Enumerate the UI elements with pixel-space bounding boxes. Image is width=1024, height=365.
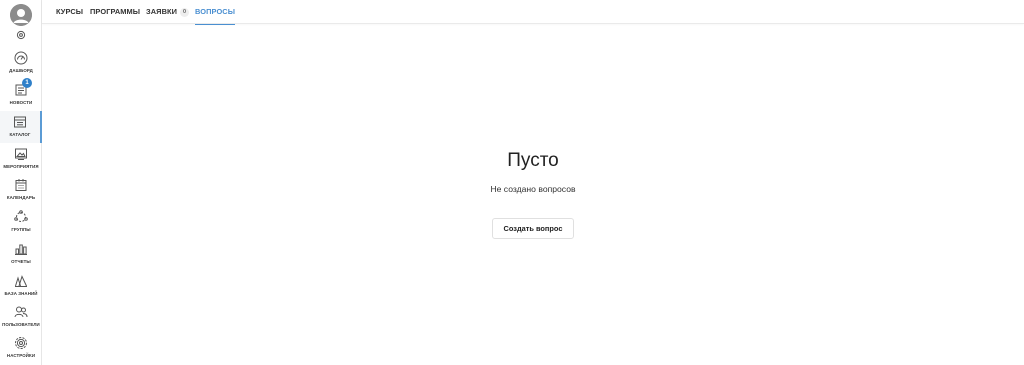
empty-state-subtitle: Не создано вопросов — [490, 184, 576, 194]
profile-settings-icon[interactable] — [16, 30, 26, 40]
tab-bar: КУРСЫ ПРОГРАММЫ ЗАЯВКИ 0 ВОПРОСЫ — [42, 0, 1024, 25]
reports-icon — [15, 244, 27, 255]
sidebar-item-catalog[interactable]: КАТАЛОГ — [0, 111, 42, 143]
sidebar-item-label: КАЛЕНДАРЬ — [6, 195, 36, 200]
sidebar-item-label: ДАШБОРД — [9, 68, 33, 73]
tab-label: ВОПРОСЫ — [195, 7, 236, 16]
sidebar-item-news[interactable]: 1 НОВОСТИ — [0, 78, 42, 113]
events-icon — [15, 148, 27, 160]
create-question-button[interactable]: Создать вопрос — [492, 218, 574, 239]
requests-count-badge: 0 — [180, 8, 190, 17]
users-icon — [14, 306, 28, 318]
avatar[interactable] — [10, 4, 32, 26]
catalog-icon — [14, 116, 26, 128]
sidebar-item-knowledge-base[interactable]: БАЗА ЗНАНИЙ — [0, 274, 42, 304]
sidebar-item-users[interactable]: ПОЛЬЗОВАТЕЛИ — [0, 305, 42, 335]
tab-courses[interactable]: КУРСЫ — [56, 0, 83, 24]
app: ДАШБОРД 1 НОВОСТИ КАТАЛОГ МЕРОПРИЯТИЯ КА… — [0, 0, 1024, 365]
tab-label: ЗАЯВКИ — [146, 7, 178, 16]
sidebar-item-dashboard[interactable]: ДАШБОРД — [0, 51, 42, 81]
sidebar-item-label: НАСТРОЙКИ — [6, 353, 36, 358]
sidebar-item-settings[interactable]: НАСТРОЙКИ — [0, 336, 42, 365]
sidebar-item-calendar[interactable]: КАЛЕНДАРЬ — [0, 178, 42, 208]
knowledge-base-icon — [15, 275, 27, 287]
main-content: КУРСЫ ПРОГРАММЫ ЗАЯВКИ 0 ВОПРОСЫ Пусто Не… — [42, 0, 1024, 365]
sidebar-item-label: ОТЧЕТЫ — [11, 259, 31, 264]
sidebar-item-label: КАТАЛОГ — [9, 132, 31, 137]
tab-questions[interactable]: ВОПРОСЫ — [195, 0, 236, 25]
sidebar-item-label: НОВОСТИ — [9, 100, 33, 105]
groups-icon — [14, 210, 28, 222]
tab-label: ПРОГРАММЫ — [90, 7, 141, 16]
empty-state-title: Пусто — [507, 150, 559, 171]
sidebar-item-label: БАЗА ЗНАНИЙ — [4, 291, 38, 296]
sidebar: ДАШБОРД 1 НОВОСТИ КАТАЛОГ МЕРОПРИЯТИЯ КА… — [0, 0, 42, 365]
tab-label: КУРСЫ — [56, 7, 84, 16]
sidebar-item-label: ПОЛЬЗОВАТЕЛИ — [2, 322, 40, 327]
settings-icon — [15, 337, 27, 349]
dashboard-icon — [14, 51, 28, 65]
tab-requests[interactable]: ЗАЯВКИ 0 — [146, 0, 190, 24]
calendar-icon — [15, 179, 27, 191]
user-avatar-icon — [10, 4, 32, 26]
sidebar-item-events[interactable]: МЕРОПРИЯТИЯ — [0, 147, 42, 177]
news-badge: 1 — [22, 78, 32, 88]
sidebar-item-label: ГРУППЫ — [11, 227, 31, 232]
sidebar-item-reports[interactable]: ОТЧЕТЫ — [0, 242, 42, 272]
tab-programs[interactable]: ПРОГРАММЫ — [90, 0, 140, 24]
sidebar-item-label: МЕРОПРИЯТИЯ — [3, 164, 39, 169]
sidebar-item-groups[interactable]: ГРУППЫ — [0, 210, 42, 240]
